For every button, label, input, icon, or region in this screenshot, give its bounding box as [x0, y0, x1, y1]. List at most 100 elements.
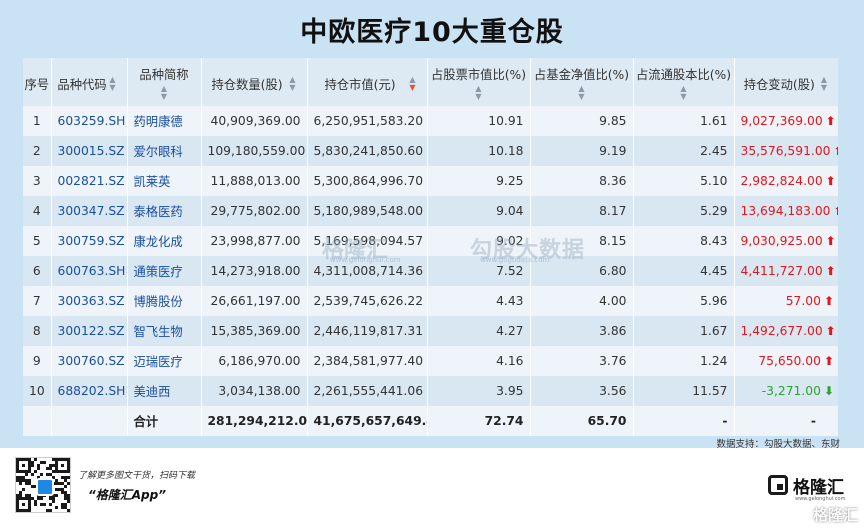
row-index: 5: [23, 226, 52, 256]
sort-updown-icon[interactable]: ▲ ▼: [818, 76, 830, 92]
sort-updown-icon[interactable]: ▲ ▼: [287, 76, 299, 92]
page-title: 中欧医疗10大重仓股: [300, 17, 564, 48]
sort-updown-icon[interactable]: ▲ ▼: [634, 85, 734, 101]
brand-name: 格隆汇: [793, 477, 844, 498]
holding-quantity: 109,180,559.00: [201, 136, 308, 166]
gelonghui-logo-icon: [768, 475, 788, 495]
float-share-pct: 11.57: [633, 376, 735, 406]
holding-quantity: 29,775,802.00: [201, 196, 308, 226]
col-header-nav-pct[interactable]: 占基金净值比(%) ▲ ▼: [530, 58, 634, 106]
col-header-float-pct[interactable]: 占流通股本比(%) ▲ ▼: [633, 58, 735, 106]
row-index: 6: [23, 256, 52, 286]
sort-updown-icon[interactable]: ▲ ▼: [107, 76, 119, 92]
col-header-name[interactable]: 品种简称 ▲ ▼: [127, 58, 202, 106]
stock-name-link[interactable]: 通策医疗: [127, 256, 202, 286]
col-header-mv[interactable]: 持仓市值(元) ▲ ▼: [307, 58, 428, 106]
stock-code-link[interactable]: 300015.SZ: [51, 136, 128, 166]
change-value: 9,027,369.00: [740, 114, 823, 128]
stock-code-link[interactable]: 600763.SH: [51, 256, 128, 286]
sort-updown-icon[interactable]: ▲ ▼: [531, 85, 633, 101]
table-row[interactable]: 1 603259.SH 药明康德 40,909,369.00 6,250,951,583…: [23, 106, 838, 136]
table-row[interactable]: 5 300759.SZ 康龙化成 23,998,877.00 5,169,598,094…: [23, 226, 838, 256]
watermark-gelonghui-url: www.gelonghui.com: [330, 256, 401, 264]
holding-quantity: 6,186,970.00: [201, 346, 308, 376]
holding-change: 1,492,677.00 ⬆: [734, 316, 838, 346]
holdings-table: 序号 品种代码 ▲ ▼ 品种简称 ▲ ▼ 持仓数量(股) ▲ ▼ 持仓市值(元) ▲ ▼…: [23, 58, 838, 436]
stock-code-link[interactable]: 300363.SZ: [51, 286, 128, 316]
stock-code-link[interactable]: 300122.SZ: [51, 316, 128, 346]
nav-pct: 9.85: [530, 106, 634, 136]
stock-code-link[interactable]: 002821.SZ: [51, 166, 128, 196]
stock-name-link[interactable]: 康龙化成: [127, 226, 202, 256]
table-row[interactable]: 9 300760.SZ 迈瑞医疗 6,186,970.00 2,384,581,977.…: [23, 346, 838, 376]
col-label: 品种代码: [57, 78, 107, 92]
stock-value-pct: 9.04: [427, 196, 531, 226]
table-row[interactable]: 7 300363.SZ 博腾股份 26,661,197.00 2,539,745,626…: [23, 286, 838, 316]
promo-text: 了解更多图文干货，扫码下载: [78, 471, 196, 481]
stock-name-link[interactable]: 药明康德: [127, 106, 202, 136]
holding-change: 75,650.00 ⬆: [734, 346, 838, 376]
sort-desc-icon[interactable]: ▲ ▼: [407, 76, 419, 92]
stock-name-link[interactable]: 美迪西: [127, 376, 202, 406]
change-value: -3,271.00: [761, 384, 821, 398]
col-label: 占流通股本比(%): [635, 68, 732, 82]
col-header-stock-pct[interactable]: 占股票市值比(%) ▲ ▼: [427, 58, 531, 106]
total-empty-code: [51, 406, 128, 436]
market-value: 5,830,241,850.60: [307, 136, 428, 166]
stock-value-pct: 4.27: [427, 316, 531, 346]
watermark-gogudata-url: www.gogudata.com: [480, 256, 550, 264]
sort-updown-icon[interactable]: ▲ ▼: [428, 85, 530, 101]
change-value: 1,492,677.00: [740, 324, 823, 338]
stock-code-link[interactable]: 688202.SH: [51, 376, 128, 406]
stock-code-link[interactable]: 300760.SZ: [51, 346, 128, 376]
stock-code-link[interactable]: 300347.SZ: [51, 196, 128, 226]
col-label: 持仓数量(股): [211, 78, 283, 92]
sort-updown-icon[interactable]: ▲ ▼: [128, 85, 201, 101]
table-row[interactable]: 10 688202.SH 美迪西 3,034,138.00 2,261,555,441.…: [23, 376, 838, 406]
col-label: 占基金净值比(%): [533, 68, 630, 82]
stock-code-link[interactable]: 603259.SH: [51, 106, 128, 136]
table-row[interactable]: 4 300347.SZ 泰格医药 29,775,802.00 5,180,989,548…: [23, 196, 838, 226]
qr-code-icon[interactable]: [15, 457, 71, 513]
nav-pct: 4.00: [530, 286, 634, 316]
table-row[interactable]: 3 002821.SZ 凯莱英 11,888,013.00 5,300,864,996.…: [23, 166, 838, 196]
total-change: -: [734, 406, 838, 436]
col-header-change[interactable]: 持仓变动(股) ▲ ▼: [734, 58, 838, 106]
market-value: 6,250,951,583.20: [307, 106, 428, 136]
promo-app-name: “格隆汇App”: [88, 488, 166, 502]
holding-quantity: 40,909,369.00: [201, 106, 308, 136]
col-header-code[interactable]: 品种代码 ▲ ▼: [51, 58, 128, 106]
total-nav-pct: 65.70: [530, 406, 634, 436]
total-row: 合计281,294,212.0041,675,657,649.4272.7465…: [23, 406, 838, 436]
nav-pct: 3.76: [530, 346, 634, 376]
market-value: 5,180,989,548.00: [307, 196, 428, 226]
total-market-value: 41,675,657,649.42: [307, 406, 428, 436]
stock-name-link[interactable]: 泰格医药: [127, 196, 202, 226]
col-label: 持仓市值(元): [324, 78, 396, 92]
holding-change: 9,027,369.00 ⬆: [734, 106, 838, 136]
row-index: 3: [23, 166, 52, 196]
table-row[interactable]: 2 300015.SZ 爱尔眼科 109,180,559.00 5,830,241,85…: [23, 136, 838, 166]
red-up-arrow-icon: ⬆: [825, 324, 836, 338]
stock-name-link[interactable]: 迈瑞医疗: [127, 346, 202, 376]
col-label: 占股票市值比(%): [430, 68, 527, 82]
stock-value-pct: 4.16: [427, 346, 531, 376]
stock-name-link[interactable]: 凯莱英: [127, 166, 202, 196]
change-value: 2,982,824.00: [740, 174, 823, 188]
float-share-pct: 1.61: [633, 106, 735, 136]
float-share-pct: 5.96: [633, 286, 735, 316]
stock-name-link[interactable]: 智飞生物: [127, 316, 202, 346]
stock-code-link[interactable]: 300759.SZ: [51, 226, 128, 256]
table-row[interactable]: 6 600763.SH 通策医疗 14,273,918.00 4,311,008,714…: [23, 256, 838, 286]
market-value: 2,384,581,977.40: [307, 346, 428, 376]
row-index: 7: [23, 286, 52, 316]
change-value: 13,694,183.00: [740, 204, 831, 218]
col-header-qty[interactable]: 持仓数量(股) ▲ ▼: [201, 58, 308, 106]
stock-name-link[interactable]: 爱尔眼科: [127, 136, 202, 166]
brand-url: www.gelonghui.com: [795, 496, 846, 502]
stock-value-pct: 9.25: [427, 166, 531, 196]
stock-name-link[interactable]: 博腾股份: [127, 286, 202, 316]
red-up-arrow-icon: ⬆: [833, 204, 838, 218]
float-share-pct: 1.24: [633, 346, 735, 376]
table-row[interactable]: 8 300122.SZ 智飞生物 15,385,369.00 2,446,119,817…: [23, 316, 838, 346]
